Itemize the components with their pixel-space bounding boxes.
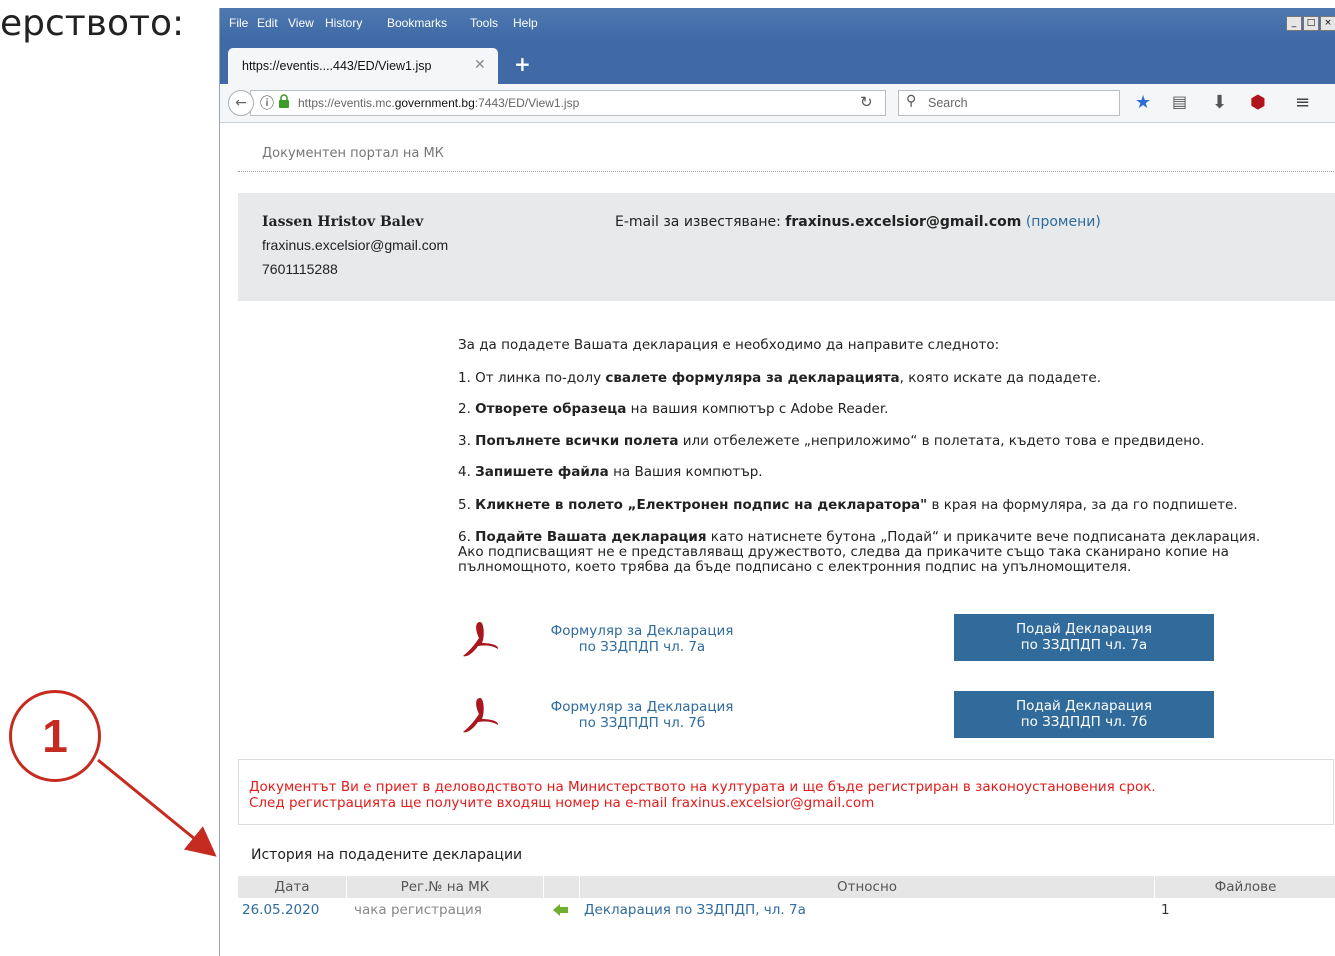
lock-icon	[279, 94, 289, 108]
history-title: История на подадените декларации	[251, 847, 523, 863]
tab-close-icon[interactable]: ✕	[474, 57, 486, 73]
change-email-link[interactable]: (промени)	[1026, 214, 1101, 230]
menu-bookmarks[interactable]: Bookmarks	[387, 16, 447, 30]
new-tab-icon[interactable]: +	[514, 52, 531, 76]
column-header-subject: Относно	[836, 879, 898, 895]
user-name: Iassen Hristov Balev	[262, 214, 424, 230]
submit-declaration-7a-button[interactable]: Подай Декларация по ЗЗДПДП чл. 7а	[954, 614, 1214, 661]
shield-icon[interactable]: ⬢	[1250, 92, 1266, 113]
url-text: https://eventis.mc.government.bg:7443/ED…	[298, 96, 580, 110]
pdf-icon[interactable]	[458, 694, 502, 738]
search-icon: ⚲	[906, 93, 917, 109]
hamburger-menu-icon[interactable]: ≡	[1295, 92, 1310, 113]
submit-declaration-7b-button[interactable]: Подай Декларация по ЗЗДПДП чл. 7б	[954, 691, 1214, 738]
close-icon[interactable]: ×	[1320, 16, 1335, 31]
tab-title: https://eventis....443/ED/View1.jsp	[242, 59, 432, 73]
reading-list-icon[interactable]: ▤	[1172, 92, 1187, 111]
history-files-count: 1	[1161, 902, 1170, 918]
window-controls: _ □ ×	[1286, 16, 1335, 31]
reload-icon[interactable]: ↻	[860, 93, 873, 111]
user-email: fraxinus.excelsior@gmail.com	[262, 237, 449, 253]
notice-message: Документът Ви е приет в деловодството на…	[249, 779, 1156, 811]
instruction-step-6: 6. Подайте Вашата декларация като натисн…	[458, 529, 1261, 575]
bookmark-star-icon[interactable]: ★	[1135, 92, 1151, 113]
menu-view[interactable]: View	[288, 16, 314, 30]
menu-history[interactable]: History	[325, 16, 362, 30]
download-icon[interactable]: ⬇	[1212, 92, 1227, 113]
form-download-link-7b[interactable]: Формуляр за Декларация по ЗЗДПДП чл. 7б	[532, 699, 752, 731]
browser-window: File Edit View History Bookmarks Tools H…	[219, 8, 1335, 956]
instruction-step-2: 2. Отворете образеца на вашия компютър с…	[458, 401, 889, 417]
divider	[238, 171, 1335, 172]
column-header-files: Файлове	[1214, 879, 1277, 895]
column-divider	[543, 876, 544, 898]
history-date-link[interactable]: 26.05.2020	[242, 902, 319, 918]
instructions-intro: За да подадете Вашата декларация е необх…	[458, 337, 1000, 353]
search-placeholder: Search	[928, 96, 968, 110]
notify-email: fraxinus.excelsior@gmail.com	[785, 214, 1022, 230]
form-download-link-7a[interactable]: Формуляр за Декларация по ЗЗДПДП чл. 7а	[532, 623, 752, 655]
back-arrow-icon[interactable]: ←	[228, 90, 254, 116]
menu-help[interactable]: Help	[513, 16, 538, 30]
instruction-step-3: 3. Попълнете всички полета или отбележет…	[458, 433, 1205, 449]
portal-title: Документен портал на МК	[262, 146, 444, 161]
instruction-step-1: 1. От линка по-долу свалете формуляра за…	[458, 370, 1101, 386]
menu-edit[interactable]: Edit	[257, 16, 278, 30]
arrow-left-icon	[553, 904, 568, 916]
menu-file[interactable]: File	[229, 16, 248, 30]
maximize-icon[interactable]: □	[1303, 16, 1319, 31]
instruction-step-5: 5. Кликнете в полето „Електронен подпис …	[458, 497, 1238, 513]
info-icon[interactable]: ⓘ	[260, 93, 274, 113]
menu-bar: File Edit View History Bookmarks Tools H…	[220, 8, 1335, 40]
history-reg-status: чака регистрация	[354, 902, 482, 918]
column-header-reg: Рег.№ на МК	[400, 879, 490, 895]
column-header-date: Дата	[274, 879, 310, 895]
notify-email-line: E-mail за известяване: fraxinus.excelsio…	[615, 214, 1101, 230]
user-id: 7601115288	[262, 261, 338, 277]
callout-arrow-icon	[97, 758, 217, 857]
pdf-icon[interactable]	[458, 618, 502, 662]
minimize-icon[interactable]: _	[1286, 16, 1302, 31]
instruction-step-4: 4. Запишете файла на Вашия компютър.	[458, 464, 763, 480]
menu-tools[interactable]: Tools	[470, 16, 498, 30]
history-subject-link[interactable]: Декларация по ЗЗДПДП, чл. 7а	[584, 902, 806, 918]
